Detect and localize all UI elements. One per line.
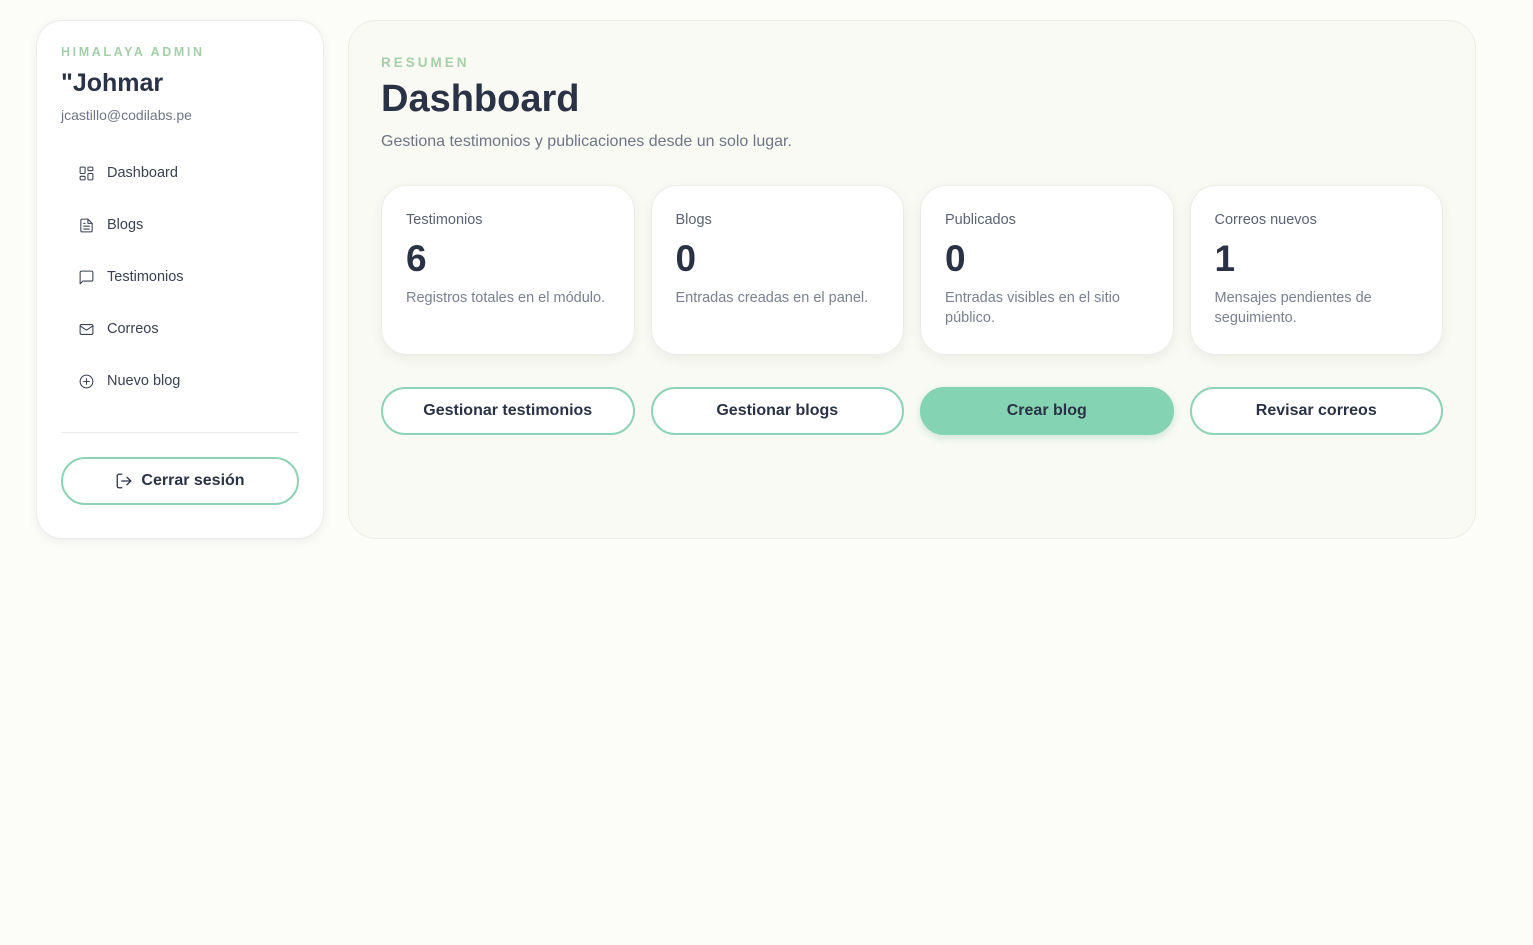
stat-label: Publicados [945,212,1016,228]
review-emails-button[interactable]: Revisar correos [1189,387,1443,435]
logout-label: Cerrar sesión [141,472,245,489]
stat-card-publicados: Publicados 0 Entradas visibles en el sit… [920,185,1174,355]
sidebar-nav: Dashboard Blogs Testimonios Correos Nuev… [61,153,299,401]
user-name: "Johmar [61,69,164,97]
user-email: jcastillo@codilabs.pe [61,107,192,123]
stat-label: Correos nuevos [1214,212,1317,228]
sidebar-item-label: Nuevo blog [107,373,181,389]
create-blog-button[interactable]: Crear blog [920,387,1174,435]
document-icon [77,216,95,234]
sidebar-item-label: Blogs [107,217,144,233]
stat-description: Entradas visibles en el sitio público. [945,290,1120,326]
sidebar-item-dashboard[interactable]: Dashboard [61,153,299,193]
manage-blogs-button[interactable]: Gestionar blogs [650,387,904,435]
mail-icon [77,320,95,338]
page-subtitle: Gestiona testimonios y publicaciones des… [381,133,792,150]
stat-value: 0 [945,238,966,279]
stat-label: Testimonios [406,212,483,228]
stat-value: 1 [1214,238,1236,279]
sidebar-item-blogs[interactable]: Blogs [61,205,299,245]
stats-row: Testimonios 6 Registros totales en el mó… [381,185,1443,355]
stat-description: Entradas creadas en el panel. [675,290,869,306]
section-eyebrow: RESUMEN [381,55,470,70]
sidebar: HIMALAYA ADMIN "Johmar jcastillo@codilab… [36,20,324,539]
stat-description: Mensajes pendientes de seguimiento. [1214,290,1372,326]
sidebar-item-nuevo-blog[interactable]: Nuevo blog [61,361,299,401]
dashboard-grid-icon [77,164,95,182]
manage-testimonials-button[interactable]: Gestionar testimonios [381,387,635,435]
message-square-icon [77,268,95,286]
stat-value: 0 [675,238,697,279]
stat-card-blogs: Blogs 0 Entradas creadas en el panel. [650,185,904,355]
sidebar-item-label: Dashboard [107,165,178,181]
logout-icon [117,473,132,489]
sidebar-item-correos[interactable]: Correos [61,309,299,349]
stat-label: Blogs [675,212,712,228]
sidebar-item-label: Correos [107,321,159,337]
actions-row: Gestionar testimonios Gestionar blogs Cr… [381,387,1443,435]
sidebar-item-testimonios[interactable]: Testimonios [61,257,299,297]
plus-circle-icon [77,372,95,390]
brand-label: HIMALAYA ADMIN [61,45,205,59]
sidebar-divider [61,432,299,433]
main-panel: RESUMEN Dashboard Gestiona testimonios y… [348,20,1476,539]
stat-card-correos-nuevos: Correos nuevos 1 Mensajes pendientes de … [1189,185,1443,355]
sidebar-item-label: Testimonios [107,269,184,285]
stat-card-testimonios: Testimonios 6 Registros totales en el mó… [381,185,635,355]
stat-description: Registros totales en el módulo. [406,290,606,306]
stat-value: 6 [406,238,427,279]
logout-button[interactable]: Cerrar sesión [61,457,299,505]
page-title: Dashboard [381,78,580,120]
